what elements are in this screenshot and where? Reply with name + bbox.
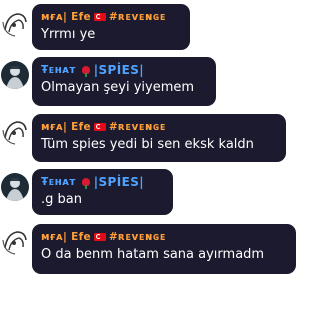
message-text: .g ban [41, 192, 82, 207]
message-text: Tüm spies yedi bi sen eksk kaldn [41, 137, 254, 152]
author-name[interactable]: ᴍғᴀ| Efe [41, 231, 91, 243]
message-bubble[interactable]: ᴍғᴀ| Efe #ʀᴇᴠᴇɴɢᴇ Yrrmı ye [32, 4, 190, 50]
author-tag: #ʀᴇᴠᴇɴɢᴇ [108, 11, 167, 23]
author-name[interactable]: ᴍғᴀ| Efe [41, 121, 91, 133]
author-name[interactable]: Ŧᴇʜᴀᴛ [41, 64, 76, 76]
avatar[interactable] [1, 118, 29, 146]
message-bubble[interactable]: ᴍғᴀ| Efe #ʀᴇᴠᴇɴɢᴇ O da benm hatam sana a… [32, 224, 296, 274]
author-row: Ŧᴇʜᴀᴛ |SPİES| [41, 174, 164, 190]
message-text: Yrrmı ye [41, 27, 96, 42]
author-tag: #ʀᴇᴠᴇɴɢᴇ [108, 231, 167, 243]
author-name[interactable]: ᴍғᴀ| Efe [41, 11, 91, 23]
rose-icon [81, 178, 90, 189]
message-bubble[interactable]: Ŧᴇʜᴀᴛ |SPİES| Olmayan şeyi yiyemem [32, 57, 216, 106]
avatar[interactable] [1, 173, 29, 201]
efe-avatar-icon [1, 118, 29, 146]
message-text: O da benm hatam sana ayırmadm [41, 247, 265, 262]
fehat-avatar-icon [1, 173, 29, 201]
message-text: Olmayan şeyi yiyemem [41, 80, 195, 95]
author-tag: |SPİES| [93, 63, 145, 77]
fehat-avatar-icon [1, 61, 29, 89]
author-tag: #ʀᴇᴠᴇɴɢᴇ [108, 121, 167, 133]
author-row: Ŧᴇʜᴀᴛ |SPİES| [41, 62, 207, 78]
avatar[interactable] [1, 61, 29, 89]
author-row: ᴍғᴀ| Efe #ʀᴇᴠᴇɴɢᴇ [41, 229, 287, 245]
efe-avatar-icon [1, 228, 29, 256]
efe-avatar-icon [1, 10, 29, 38]
message-bubble[interactable]: Ŧᴇʜᴀᴛ |SPİES| .g ban [32, 169, 173, 215]
turkey-flag-icon [93, 123, 106, 131]
author-tag: |SPİES| [93, 175, 145, 189]
avatar[interactable] [1, 228, 29, 256]
author-row: ᴍғᴀ| Efe #ʀᴇᴠᴇɴɢᴇ [41, 9, 181, 25]
turkey-flag-icon [93, 233, 106, 241]
rose-icon [81, 66, 90, 77]
avatar[interactable] [1, 10, 29, 38]
author-row: ᴍғᴀ| Efe #ʀᴇᴠᴇɴɢᴇ [41, 119, 277, 135]
turkey-flag-icon [93, 13, 106, 21]
author-name[interactable]: Ŧᴇʜᴀᴛ [41, 176, 76, 188]
message-bubble[interactable]: ᴍғᴀ| Efe #ʀᴇᴠᴇɴɢᴇ Tüm spies yedi bi sen … [32, 114, 286, 162]
